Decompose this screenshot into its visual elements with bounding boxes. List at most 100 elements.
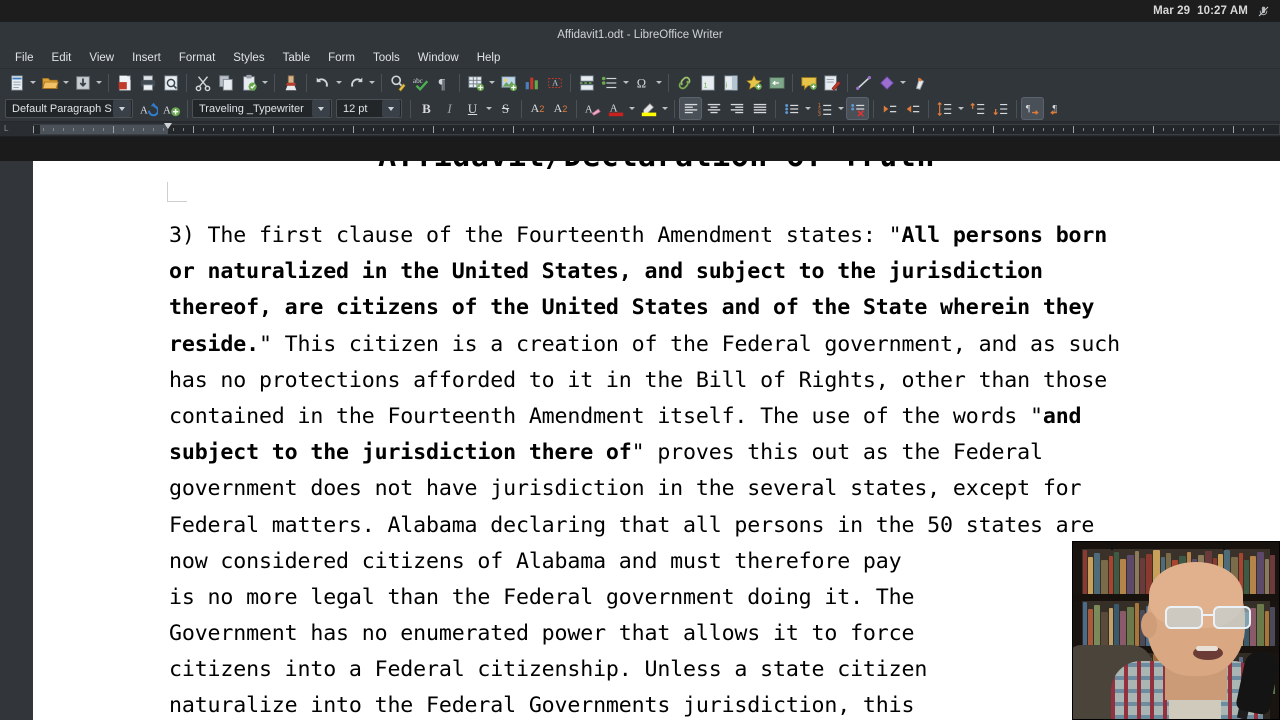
font-name-dropdown-icon[interactable] — [312, 100, 330, 117]
menu-item-edit[interactable]: Edit — [43, 50, 81, 66]
show-draw-functions-icon[interactable] — [908, 71, 931, 94]
left-to-right-button[interactable]: ¶ — [1021, 97, 1044, 120]
save-document-dropdown-icon[interactable] — [94, 71, 104, 94]
underline-dropdown-icon[interactable] — [484, 97, 494, 120]
special-character-dropdown-icon[interactable] — [654, 71, 664, 94]
font-color-dropdown-icon[interactable] — [627, 97, 637, 120]
ordered-list-dropdown-icon[interactable] — [836, 97, 846, 120]
export-as-pdf-icon[interactable] — [113, 71, 136, 94]
redo-dropdown-icon[interactable] — [367, 71, 377, 94]
insert-chart-icon[interactable] — [520, 71, 543, 94]
copy-icon[interactable] — [214, 71, 237, 94]
menu-item-table[interactable]: Table — [274, 50, 320, 66]
basic-shapes-dropdown-icon[interactable] — [898, 71, 908, 94]
first-line-indent-marker[interactable] — [164, 123, 172, 129]
menu-item-window[interactable]: Window — [409, 50, 468, 66]
align-justified-button[interactable] — [748, 97, 771, 120]
insert-text-box-icon[interactable]: A — [543, 71, 566, 94]
insert-image-icon[interactable] — [497, 71, 520, 94]
superscript-button[interactable]: A2 — [526, 97, 549, 120]
special-character-icon[interactable]: Ω — [631, 71, 654, 94]
ruler-tick — [883, 128, 884, 131]
undo-icon[interactable] — [311, 71, 334, 94]
underline-button[interactable]: U — [461, 97, 484, 120]
insert-endnote-icon[interactable]: i — [719, 71, 742, 94]
font-size-combobox[interactable]: 12 pt — [336, 99, 402, 118]
print-preview-icon[interactable] — [159, 71, 182, 94]
clone-formatting-icon[interactable] — [279, 71, 302, 94]
book — [1265, 611, 1269, 646]
insert-bookmark-icon[interactable] — [742, 71, 765, 94]
insert-footnote-icon[interactable]: 1 — [696, 71, 719, 94]
unordered-list-button[interactable] — [780, 97, 803, 120]
menu-item-form[interactable]: Form — [319, 50, 364, 66]
unordered-list-dropdown-icon[interactable] — [803, 97, 813, 120]
menu-item-format[interactable]: Format — [170, 50, 224, 66]
font-name-combobox[interactable]: Traveling _Typewriter — [192, 99, 332, 118]
line-spacing-button[interactable] — [933, 97, 956, 120]
clear-formatting-icon[interactable]: A — [581, 97, 604, 120]
decrease-indent-button[interactable] — [901, 97, 924, 120]
paste-icon[interactable] — [237, 71, 260, 94]
open-document-dropdown-icon[interactable] — [61, 71, 71, 94]
right-to-left-button[interactable]: ¶ — [1044, 97, 1067, 120]
spelling-check-icon[interactable]: abc — [409, 71, 432, 94]
svg-text:3: 3 — [817, 112, 820, 117]
menu-item-file[interactable]: File — [6, 50, 43, 66]
cut-icon[interactable] — [191, 71, 214, 94]
paragraph-style-combobox[interactable]: Default Paragraph Style — [5, 99, 133, 118]
highlight-color-dropdown-icon[interactable] — [660, 97, 670, 120]
insert-comment-icon[interactable] — [797, 71, 820, 94]
menu-item-tools[interactable]: Tools — [364, 50, 409, 66]
ordered-list-button[interactable]: 123 — [813, 97, 836, 120]
paragraph-spacing-below-button[interactable] — [989, 97, 1012, 120]
align-left-button[interactable] — [679, 97, 702, 120]
italic-button[interactable]: I — [438, 97, 461, 120]
menu-item-help[interactable]: Help — [468, 50, 510, 66]
book — [1109, 556, 1113, 594]
paragraph-style-dropdown-icon[interactable] — [113, 100, 131, 117]
cross-reference-icon[interactable] — [765, 71, 788, 94]
webcam-video-overlay[interactable] — [1072, 541, 1280, 720]
horizontal-ruler[interactable]: L — [0, 122, 1280, 137]
align-right-button[interactable] — [725, 97, 748, 120]
page-break-icon[interactable] — [575, 71, 598, 94]
save-document-icon[interactable] — [71, 71, 94, 94]
strikethrough-button[interactable]: S — [494, 97, 517, 120]
no-list-button[interactable] — [846, 97, 869, 120]
menu-item-insert[interactable]: Insert — [123, 50, 170, 66]
new-document-dropdown-icon[interactable] — [28, 71, 38, 94]
align-center-button[interactable] — [702, 97, 725, 120]
insert-line-icon[interactable] — [852, 71, 875, 94]
microphone-muted-icon[interactable] — [1257, 5, 1270, 18]
find-and-replace-icon[interactable] — [386, 71, 409, 94]
menu-item-view[interactable]: View — [80, 50, 123, 66]
insert-table-icon[interactable] — [464, 71, 487, 94]
text-run: Government has no enumerated power that … — [169, 621, 915, 647]
book — [1114, 552, 1119, 594]
font-size-dropdown-icon[interactable] — [382, 100, 400, 117]
insert-table-dropdown-icon[interactable] — [487, 71, 497, 94]
line-spacing-dropdown-icon[interactable] — [956, 97, 966, 120]
bold-button[interactable]: B — [415, 97, 438, 120]
undo-dropdown-icon[interactable] — [334, 71, 344, 94]
track-changes-icon[interactable] — [820, 71, 843, 94]
insert-field-dropdown-icon[interactable] — [621, 71, 631, 94]
update-selected-style-icon[interactable]: A — [137, 97, 160, 120]
open-document-icon[interactable] — [38, 71, 61, 94]
subscript-button[interactable]: A2 — [549, 97, 572, 120]
menu-item-styles[interactable]: Styles — [224, 50, 273, 66]
insert-hyperlink-icon[interactable] — [673, 71, 696, 94]
insert-field-icon[interactable] — [598, 71, 621, 94]
paragraph-spacing-above-button[interactable] — [966, 97, 989, 120]
new-style-from-selection-icon[interactable]: A — [160, 97, 183, 120]
formatting-marks-icon[interactable]: ¶ — [432, 71, 455, 94]
basic-shapes-icon[interactable] — [875, 71, 898, 94]
font-color-icon[interactable]: A — [604, 97, 627, 120]
paste-dropdown-icon[interactable] — [260, 71, 270, 94]
print-icon[interactable] — [136, 71, 159, 94]
new-document-icon[interactable] — [5, 71, 28, 94]
increase-indent-button[interactable] — [878, 97, 901, 120]
highlight-color-icon[interactable] — [637, 97, 660, 120]
redo-icon[interactable] — [344, 71, 367, 94]
